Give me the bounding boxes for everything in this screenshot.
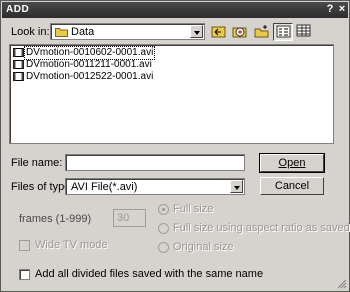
dialog-title: ADD	[6, 4, 30, 15]
add-all-label: Add all divided files saved with the sam…	[35, 268, 264, 280]
folder-icon	[55, 27, 68, 40]
new-folder-button[interactable]	[252, 23, 272, 41]
look-in-label: Look in:	[11, 26, 50, 38]
file-name: DVmotion-0012522-0001.avi	[26, 71, 154, 82]
help-button[interactable]: ?	[324, 3, 336, 16]
wide-tv-checkbox[interactable]	[19, 240, 30, 251]
file-type-value: AVI File(*.avi)	[71, 181, 138, 193]
open-button[interactable]: Open	[259, 153, 325, 173]
file-type-dropdown[interactable]: AVI File(*.avi)	[65, 178, 245, 195]
back-button[interactable]	[209, 23, 229, 41]
resize-grip-icon[interactable]	[337, 279, 347, 289]
close-button[interactable]: ×	[336, 3, 348, 16]
look-in-value: Data	[71, 26, 95, 38]
file-name: DVmotion-0010602-0001.avi	[23, 46, 156, 60]
title-bar[interactable]: ADD ? ×	[2, 2, 348, 18]
chevron-down-icon[interactable]	[190, 25, 203, 38]
file-name: DVmotion-0011211-0001.avi	[26, 59, 152, 70]
video-file-icon	[13, 71, 24, 85]
full-size-radio[interactable]	[158, 204, 169, 215]
list-view-button[interactable]	[273, 23, 293, 41]
original-size-radio[interactable]	[158, 242, 169, 253]
add-dialog: ADD ? × Look in: Data DVmotion-0010602-0…	[0, 0, 350, 292]
file-type-label: Files of type:	[11, 181, 74, 193]
open-button-label: Open	[278, 157, 306, 169]
chevron-down-icon[interactable]	[230, 180, 243, 193]
file-name-label: File name:	[11, 157, 63, 169]
up-folder-button[interactable]	[230, 23, 250, 41]
file-name-field[interactable]	[65, 154, 245, 171]
file-list[interactable]: DVmotion-0010602-0001.avi DVmotion-00112…	[9, 44, 334, 144]
cancel-button[interactable]: Cancel	[260, 177, 324, 195]
frames-label: frames (1-999)	[19, 213, 92, 225]
details-view-button[interactable]	[294, 23, 314, 41]
original-size-label: Original size	[173, 241, 234, 253]
full-size-aspect-label: Full size using aspect ratio as saved	[173, 222, 350, 234]
full-size-aspect-radio[interactable]	[158, 223, 169, 234]
add-all-checkbox[interactable]	[19, 269, 30, 280]
wide-tv-label: Wide TV mode	[35, 239, 108, 251]
look-in-dropdown[interactable]: Data	[50, 23, 205, 40]
frames-input[interactable]: 30	[113, 209, 146, 227]
full-size-label: Full size	[173, 203, 214, 215]
